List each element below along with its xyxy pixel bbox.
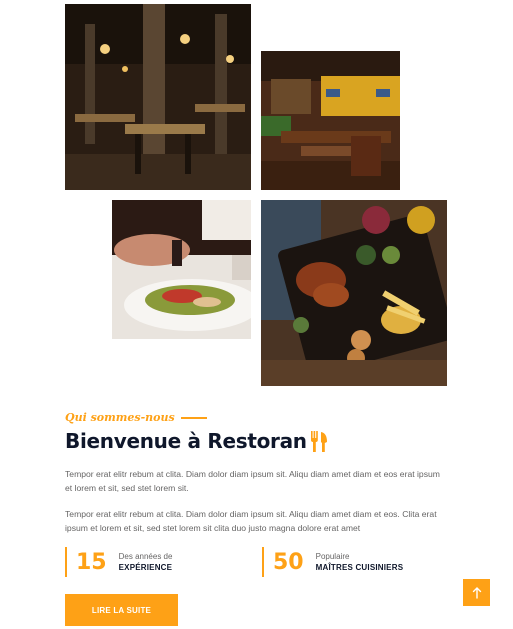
stat-label-line-1: Populaire bbox=[315, 552, 350, 561]
about-image-dining-room bbox=[261, 51, 400, 190]
section-eyebrow: Qui sommes-nous bbox=[65, 411, 207, 424]
about-image-food-platter bbox=[261, 200, 447, 386]
read-more-button[interactable]: LIRE LA SUITE bbox=[65, 594, 178, 626]
stat-label-line-2: EXPÉRIENCE bbox=[118, 563, 173, 572]
stat-label: Des années de EXPÉRIENCE bbox=[119, 551, 173, 573]
about-image-restaurant-interior bbox=[65, 4, 251, 190]
eyebrow-text: Qui sommes-nous bbox=[65, 411, 175, 424]
utensils-icon bbox=[310, 430, 327, 452]
about-paragraph-2: Tempor erat elitr rebum at clita. Diam d… bbox=[65, 509, 437, 533]
stat-number: 15 bbox=[76, 549, 107, 575]
stat-chefs: 50 Populaire MAÎTRES CUISINIERS bbox=[262, 547, 403, 577]
stat-label: Populaire MAÎTRES CUISINIERS bbox=[316, 551, 404, 573]
title-text: Bienvenue à Restoran bbox=[65, 429, 307, 453]
stat-experience: 15 Des années de EXPÉRIENCE bbox=[65, 547, 172, 577]
eyebrow-line bbox=[180, 416, 207, 419]
stat-label-line-1: Des années de bbox=[118, 552, 173, 561]
stat-number: 50 bbox=[273, 549, 304, 575]
back-to-top-button[interactable] bbox=[463, 579, 490, 606]
section-title: Bienvenue à Restoran bbox=[65, 429, 328, 453]
arrow-up-icon bbox=[472, 586, 481, 599]
about-paragraph-1: Tempor erat elitr rebum at clita. Diam d… bbox=[65, 469, 440, 493]
about-image-plated-dish bbox=[112, 200, 251, 339]
stat-label-line-2: MAÎTRES CUISINIERS bbox=[315, 563, 404, 572]
